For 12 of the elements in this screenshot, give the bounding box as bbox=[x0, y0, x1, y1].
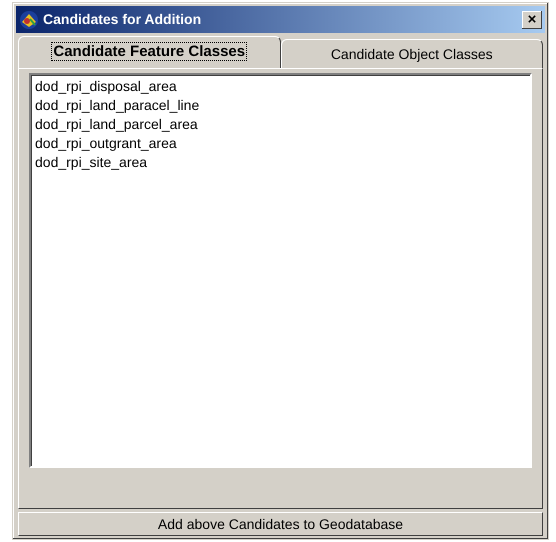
list-item[interactable]: dod_rpi_land_parcel_area bbox=[35, 115, 526, 134]
list-item[interactable]: dod_rpi_outgrant_area bbox=[35, 134, 526, 153]
add-button[interactable]: Add above Candidates to Geodatabase bbox=[18, 512, 543, 536]
list-box[interactable]: dod_rpi_disposal_area dod_rpi_land_paracel_line dod_rpi_land_parcel_area dod_rpi_outgrant_area dod_rpi_site_area bbox=[29, 73, 532, 468]
tab[interactable]: Candidate Feature Classes bbox=[18, 36, 280, 68]
list-item[interactable]: dod_rpi_site_area bbox=[35, 153, 526, 172]
list-item[interactable]: dod_rpi_land_paracel_line bbox=[35, 96, 526, 115]
app-icon bbox=[19, 10, 39, 30]
tab[interactable]: Candidate Object Classes bbox=[280, 39, 543, 68]
window-title: Candidates for Addition bbox=[43, 10, 202, 29]
close-button[interactable]: × bbox=[522, 10, 542, 28]
list-item[interactable]: dod_rpi_disposal_area bbox=[35, 77, 526, 96]
